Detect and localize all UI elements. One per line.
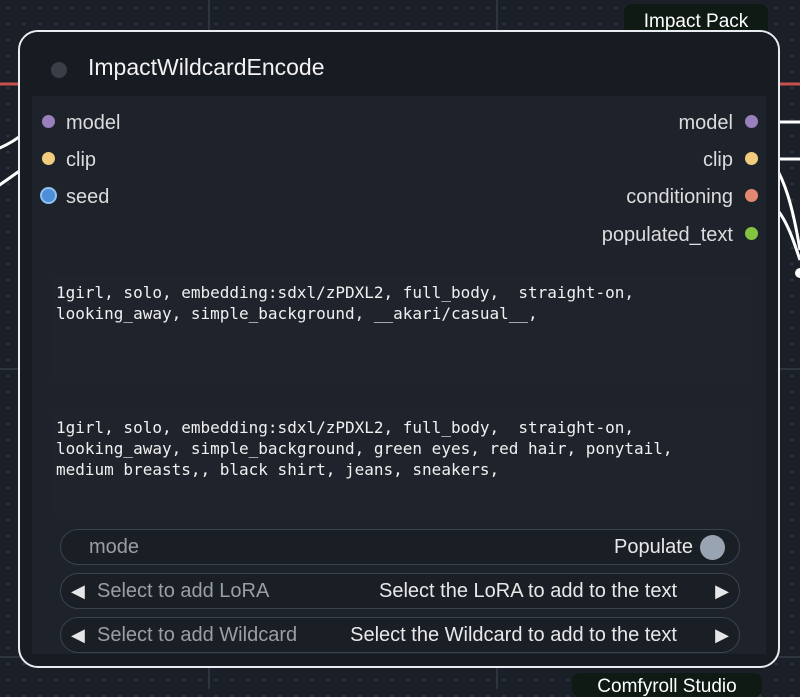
populated-text-input[interactable]: 1girl, solo, embedding:sdxl/zPDXL2, full… <box>52 411 752 513</box>
arrow-left-icon[interactable]: ◀ <box>71 574 85 608</box>
output-slot-conditioning[interactable]: conditioning <box>626 182 758 212</box>
mode-toggle[interactable]: mode Populate <box>60 529 740 565</box>
input-label-model: model <box>66 112 121 134</box>
collapse-toggle[interactable] <box>51 62 67 78</box>
model-socket-icon[interactable] <box>42 115 55 129</box>
input-label-seed: seed <box>66 186 110 208</box>
output-slot-model[interactable]: model <box>679 108 758 138</box>
lora-value: Select the LoRA to add to the text <box>379 580 677 602</box>
wildcard-combo[interactable]: ◀ Select to add Wildcard Select the Wild… <box>60 617 740 653</box>
wildcard-label: Select to add Wildcard <box>97 624 298 646</box>
wildcard-text-input[interactable]: 1girl, solo, embedding:sdxl/zPDXL2, full… <box>52 276 752 378</box>
toggle-knob-icon[interactable] <box>700 535 725 560</box>
input-slot-model[interactable]: model <box>42 108 120 138</box>
mode-value: Populate <box>614 536 693 558</box>
mode-label: mode <box>89 536 140 558</box>
conditioning-output-socket-icon[interactable] <box>745 189 758 203</box>
lora-combo[interactable]: ◀ Select to add LoRA Select the LoRA to … <box>60 573 740 609</box>
clip-output-socket-icon[interactable] <box>745 152 758 166</box>
lora-label: Select to add LoRA <box>97 580 270 602</box>
impact-wildcard-encode-node[interactable]: ImpactWildcardEncode model clip seed mod… <box>18 30 780 668</box>
output-label-conditioning: conditioning <box>626 186 733 208</box>
input-slot-seed[interactable]: seed <box>42 182 109 212</box>
reroute-dot <box>795 268 800 278</box>
node-title: ImpactWildcardEncode <box>88 54 325 80</box>
arrow-left-icon[interactable]: ◀ <box>71 618 85 652</box>
model-output-socket-icon[interactable] <box>745 115 758 129</box>
output-label-model: model <box>678 112 733 134</box>
output-label-populated-text: populated_text <box>601 224 733 246</box>
arrow-right-icon[interactable]: ▶ <box>715 618 729 652</box>
group-footer-title[interactable]: Comfyroll Studio <box>572 673 762 697</box>
output-label-clip: clip <box>702 149 733 171</box>
output-slot-populated-text[interactable]: populated_text <box>602 220 758 250</box>
input-label-clip: clip <box>66 149 97 171</box>
input-slot-clip[interactable]: clip <box>42 145 96 175</box>
output-slot-clip[interactable]: clip <box>703 145 758 175</box>
wildcard-value: Select the Wildcard to add to the text <box>350 624 677 646</box>
seed-socket-icon[interactable] <box>42 189 55 203</box>
populated-text-output-socket-icon[interactable] <box>745 227 758 241</box>
arrow-right-icon[interactable]: ▶ <box>715 574 729 608</box>
clip-socket-icon[interactable] <box>42 152 55 166</box>
